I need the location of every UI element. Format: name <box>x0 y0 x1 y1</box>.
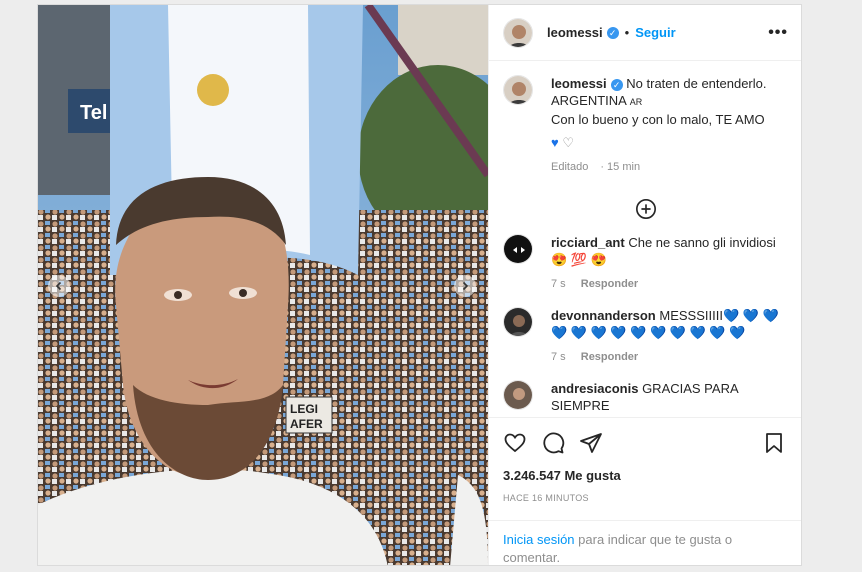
comment-item: ricciard_ant Che ne sanno gli invidiosi … <box>503 234 788 293</box>
comment-emojis: 😍 💯 😍 <box>551 252 607 267</box>
caption-time: 15 min <box>607 161 641 173</box>
comment-avatar[interactable] <box>503 234 533 264</box>
comments-list[interactable]: leomessi ✓ No traten de entenderlo. ARGEN… <box>489 61 801 417</box>
caption-meta: Editado · 15 min <box>551 161 641 173</box>
action-bar <box>503 418 788 468</box>
selfie-image: Tel LEGI AFER <box>38 5 488 565</box>
comment-avatar-image <box>504 381 532 409</box>
instagram-post: Tel LEGI AFER leomessi ✓ • Seguir ••• le… <box>37 4 802 566</box>
comment-meta: 7 s Responder <box>551 349 788 366</box>
bookmark-save-icon[interactable] <box>762 431 786 455</box>
post-timestamp: HACE 16 MINUTOS <box>503 493 589 503</box>
caption-line-3: Con lo bueno y con lo malo, TE AMO <box>551 112 765 127</box>
comment-bubble-icon[interactable] <box>541 431 565 455</box>
comment-item: devonnanderson MESSSIIIII💙 💙 💙 💙 💙 💙 💙 💙… <box>503 307 788 366</box>
caption-line-1: No traten de entenderlo. <box>626 76 767 91</box>
author-avatar[interactable] <box>503 17 533 48</box>
comment-username[interactable]: devonnanderson <box>551 308 656 323</box>
comment-meta: 7 s Responder <box>551 276 788 293</box>
caption: leomessi ✓ No traten de entenderlo. ARGEN… <box>503 75 788 176</box>
author-avatar-image <box>504 18 532 47</box>
fan-sign-text-1: LEGI <box>290 402 318 416</box>
comment-time: 7 s <box>551 351 566 363</box>
post-side-panel: leomessi ✓ • Seguir ••• leomessi ✓ No tra… <box>488 5 801 565</box>
load-more-comments <box>503 198 788 220</box>
comment-username[interactable]: andresiaconis <box>551 381 638 396</box>
caption-hearts: ♥ ♡ <box>551 134 788 151</box>
comment-text: Che ne sanno gli invidiosi <box>628 235 776 250</box>
comment-time: 7 s <box>551 278 566 290</box>
follow-button[interactable]: Seguir <box>635 25 675 40</box>
carousel-next-button[interactable] <box>454 275 476 297</box>
comment-body: andresiaconis GRACIAS PARA SIEMPRE <box>551 380 788 414</box>
chevron-right-icon <box>462 281 469 291</box>
stadium-banner-text: Tel <box>80 102 107 124</box>
reply-button[interactable]: Responder <box>581 351 638 363</box>
login-link[interactable]: Inicia sesión <box>503 532 575 547</box>
white-heart-icon: ♡ <box>562 135 574 150</box>
caption-username[interactable]: leomessi <box>551 76 607 91</box>
chevron-left-icon <box>55 281 62 291</box>
caption-avatar[interactable] <box>503 75 533 105</box>
verified-badge-icon: ✓ <box>610 78 623 91</box>
author-username[interactable]: leomessi <box>547 25 603 40</box>
separator-dot: • <box>624 25 630 40</box>
caption-avatar-image <box>504 76 532 104</box>
comment-avatar-image <box>504 308 532 336</box>
more-options-icon[interactable]: ••• <box>768 24 788 42</box>
post-photo[interactable]: Tel LEGI AFER <box>38 5 488 565</box>
reply-button[interactable]: Responder <box>581 278 638 290</box>
comment-text: MESSSIIIII <box>659 308 723 323</box>
blue-heart-icon: ♥ <box>551 135 559 150</box>
caption-body: leomessi ✓ No traten de entenderlo. ARGEN… <box>551 75 788 176</box>
login-prompt: Inicia sesión para indicar que te gusta … <box>489 520 801 565</box>
flag-ar-icon: AR <box>629 97 643 107</box>
carousel-prev-button[interactable] <box>48 275 70 297</box>
comment-body: devonnanderson MESSSIIIII💙 💙 💙 💙 💙 💙 💙 💙… <box>551 307 788 366</box>
comment-avatar[interactable] <box>503 307 533 337</box>
fan-sign-text-2: AFER <box>290 417 323 431</box>
comment-avatar-image <box>504 235 532 263</box>
likes-count[interactable]: 3.246.547 Me gusta <box>503 468 788 483</box>
comment-avatar[interactable] <box>503 380 533 410</box>
edited-label: Editado <box>551 161 589 173</box>
like-heart-icon[interactable] <box>503 431 527 455</box>
post-header: leomessi ✓ • Seguir ••• <box>489 5 801 61</box>
comment-username[interactable]: ricciard_ant <box>551 235 625 250</box>
caption-line-2: ARGENTINA <box>551 93 627 108</box>
post-actions-area: 3.246.547 Me gusta HACE 16 MINUTOS <box>489 417 801 503</box>
comment-item: andresiaconis GRACIAS PARA SIEMPRE <box>503 380 788 414</box>
verified-badge-icon: ✓ <box>606 26 619 39</box>
share-send-icon[interactable] <box>579 431 603 455</box>
plus-circle-icon[interactable] <box>635 198 657 220</box>
comment-body: ricciard_ant Che ne sanno gli invidiosi … <box>551 234 788 293</box>
